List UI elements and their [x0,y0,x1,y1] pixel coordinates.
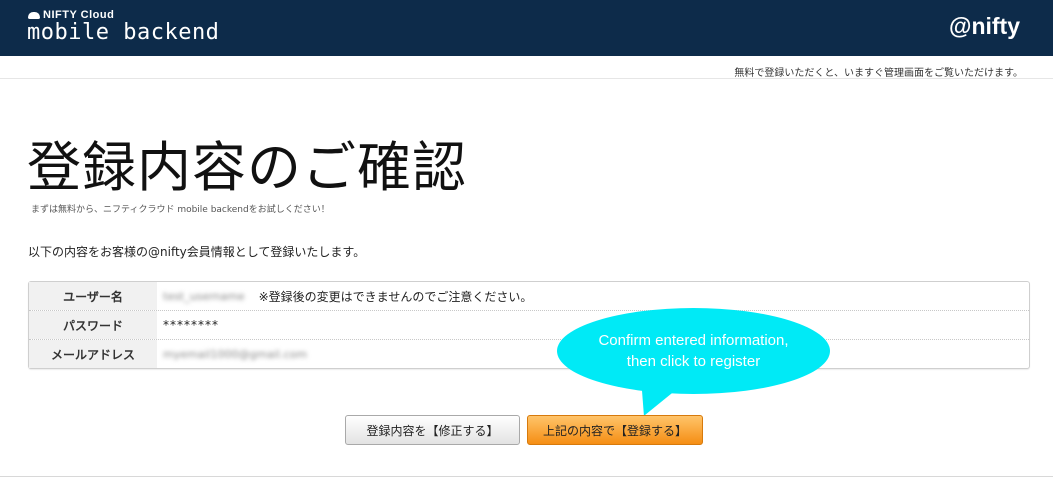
username-label: ユーザー名 [29,282,157,310]
top-header: NIFTY Cloud mobile backend @nifty [0,0,1053,56]
username-cell: test_username ※登録後の変更はできませんのでご注意ください。 [157,282,1029,310]
register-button[interactable]: 上記の内容で【登録する】 [527,415,703,445]
username-value: test_username [163,289,245,303]
sub-header: 無料で登録いただくと、いますぐ管理画面をご覧いただけます。 [0,56,1053,79]
page-title: 登録内容のご確認 [27,136,467,199]
brand-logo[interactable]: mobile backend [27,20,219,45]
instruction-callout: Confirm entered information, then click … [557,308,830,394]
table-row-password: パスワード ******** [29,311,1029,340]
email-label: メールアドレス [29,340,157,368]
password-label: パスワード [29,311,157,339]
subbar-message: 無料で登録いただくと、いますぐ管理画面をご覧いただけます。 [734,68,1023,79]
cloud-icon [28,11,40,19]
page-subtitle: まずは無料から、ニフティクラウド mobile backendをお試しください！ [31,205,330,215]
callout-line-1: Confirm entered information, [598,332,789,349]
table-row-username: ユーザー名 test_username ※登録後の変更はできませんのでご注意くだ… [29,282,1029,311]
table-row-email: メールアドレス myemail1000@gmail.com [29,340,1029,368]
intro-text: 以下の内容をお客様の@nifty会員情報として登録いたします。 [28,245,366,259]
confirmation-table: ユーザー名 test_username ※登録後の変更はできませんのでご注意くだ… [28,281,1030,369]
callout-line-2: then click to register [626,353,761,370]
nifty-logo[interactable]: @nifty [949,13,1020,40]
footer-divider [0,476,1053,477]
username-note: ※登録後の変更はできませんのでご注意ください。 [258,289,533,304]
password-value: ******** [163,318,219,332]
edit-button[interactable]: 登録内容を【修正する】 [345,415,520,445]
email-value: myemail1000@gmail.com [163,347,308,361]
